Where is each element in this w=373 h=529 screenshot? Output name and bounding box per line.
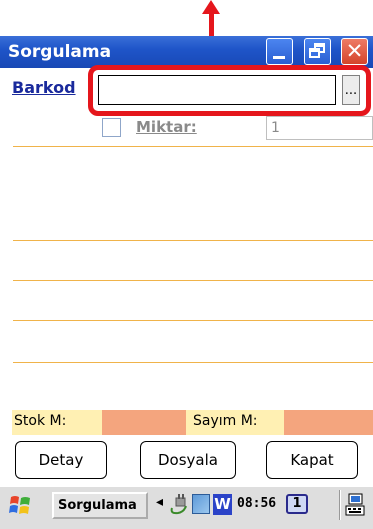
window-title: Sorgulama (8, 42, 112, 62)
miktar-checkbox[interactable] (102, 118, 121, 137)
tray-divider (339, 490, 341, 520)
minimize-button[interactable] (266, 38, 293, 65)
w-app-icon[interactable]: W (213, 494, 232, 515)
close-icon: ✕ (345, 39, 364, 63)
connection-icon[interactable] (192, 494, 210, 514)
sayim-label: Sayım M: (193, 413, 258, 429)
clock[interactable]: 08:56 (237, 496, 276, 511)
miktar-label: Miktar: (136, 118, 197, 136)
kapat-button[interactable]: Kapat (266, 441, 358, 479)
detay-button[interactable]: Detay (15, 441, 107, 479)
tray-expand-icon[interactable]: ◂ (156, 494, 163, 510)
restore-icon-front (309, 48, 320, 58)
miktar-input: 1 (266, 116, 373, 140)
desktop-number-icon[interactable]: 1 (286, 494, 308, 514)
stok-label: Stok M: (14, 413, 67, 429)
dosyala-button[interactable]: Dosyala (140, 441, 236, 479)
sayim-value (284, 410, 373, 435)
start-icon[interactable] (8, 493, 34, 517)
maximize-button[interactable] (304, 38, 331, 65)
power-plug-icon[interactable] (168, 492, 190, 516)
annotation-highlight-box (88, 65, 371, 116)
stok-value (102, 410, 186, 435)
barcode-link[interactable]: Barkod (12, 78, 76, 97)
close-button[interactable]: ✕ (341, 38, 368, 65)
minimize-icon (273, 56, 285, 59)
taskbar-app-button[interactable]: Sorgulama (52, 492, 148, 519)
result-list[interactable] (0, 147, 373, 409)
keyboard-icon[interactable] (345, 493, 365, 517)
